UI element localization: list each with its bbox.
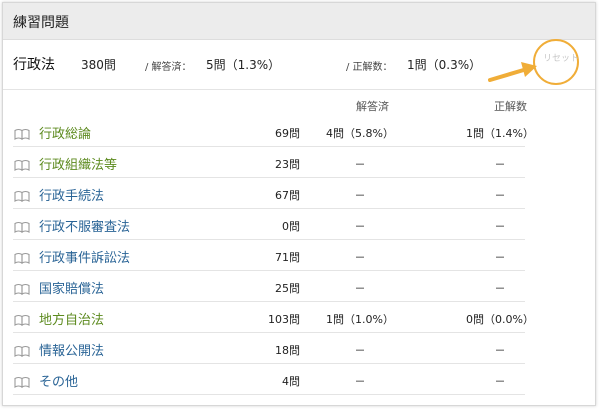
subject-name: 行政法 <box>13 57 55 73</box>
topic-link[interactable]: 地方自治法 <box>39 309 104 328</box>
correct-cell: － <box>494 282 506 295</box>
correct-cell: 0問（0.0%） <box>466 313 534 326</box>
question-count: 103問 <box>268 313 300 326</box>
arrow-icon <box>488 62 537 82</box>
question-count: 71問 <box>275 251 300 264</box>
question-count: 18問 <box>275 344 300 357</box>
question-count: 0問 <box>282 220 300 233</box>
summary-bar: 行政法 380問 / 解答済： 5問（1.3%） / 正解数： 1問（0.3%）… <box>3 39 595 90</box>
answered-cell: － <box>354 158 366 171</box>
book-icon <box>14 280 30 295</box>
practice-panel: 練習問題 行政法 380問 / 解答済： 5問（1.3%） / 正解数： 1問（… <box>2 2 596 406</box>
answered-cell: － <box>354 282 366 295</box>
question-count: 4問 <box>282 375 300 388</box>
topic-link[interactable]: 行政事件訴訟法 <box>39 247 130 266</box>
table-row: 行政総論 69問 4問（5.8%） 1問（1.4%） <box>13 116 534 147</box>
question-count: 67問 <box>275 189 300 202</box>
question-count: 25問 <box>275 282 300 295</box>
reset-button[interactable]: リセット <box>543 51 579 64</box>
topic-link[interactable]: 情報公開法 <box>39 340 104 359</box>
book-icon <box>14 342 30 357</box>
correct-cell: － <box>494 375 506 388</box>
topic-link[interactable]: 国家賠償法 <box>39 278 104 297</box>
table-row: 行政組織法等 23問 － － <box>13 147 525 178</box>
table-row: 情報公開法 18問 － － <box>13 333 525 364</box>
correct-cell: 1問（1.4%） <box>466 127 534 140</box>
answered-label: / 解答済： <box>145 62 192 73</box>
topic-link[interactable]: 行政組織法等 <box>39 154 117 173</box>
total-questions: 380問 <box>81 58 116 72</box>
correct-cell: － <box>494 158 506 171</box>
topic-link[interactable]: 行政手続法 <box>39 185 104 204</box>
correct-cell: － <box>494 251 506 264</box>
answered-cell: － <box>354 220 366 233</box>
table-row: 地方自治法 103問 1問（1.0%） 0問（0.0%） <box>13 302 534 333</box>
answered-cell: 1問（1.0%） <box>326 313 394 326</box>
topic-list: 行政総論 69問 4問（5.8%） 1問（1.4%） 行政組織法等 23問 － － 行政手続法 6… <box>13 116 534 395</box>
table-row: 国家賠償法 25問 － － <box>13 271 525 302</box>
correct-cell: － <box>494 189 506 202</box>
table-row: 行政不服審査法 0問 － － <box>13 209 525 240</box>
answered-cell: － <box>354 375 366 388</box>
column-header-answered: 解答済 <box>356 100 389 113</box>
book-icon <box>14 311 30 326</box>
answered-cell: － <box>354 189 366 202</box>
correct-value: 1問（0.3%） <box>407 58 482 72</box>
answered-cell: － <box>354 251 366 264</box>
correct-label: / 正解数： <box>346 62 393 73</box>
topic-link[interactable]: 行政不服審査法 <box>39 216 130 235</box>
correct-cell: － <box>494 344 506 357</box>
topic-link[interactable]: その他 <box>39 371 78 390</box>
table-row: 行政手続法 67問 － － <box>13 178 525 209</box>
column-header-correct: 正解数 <box>494 100 527 113</box>
correct-cell: － <box>494 220 506 233</box>
question-count: 69問 <box>275 127 300 140</box>
question-count: 23問 <box>275 158 300 171</box>
answered-cell: － <box>354 344 366 357</box>
book-icon <box>14 125 30 140</box>
book-icon <box>14 218 30 233</box>
book-icon <box>14 373 30 388</box>
topic-link[interactable]: 行政総論 <box>39 123 91 142</box>
book-icon <box>14 187 30 202</box>
book-icon <box>14 249 30 264</box>
answered-value: 5問（1.3%） <box>206 58 281 72</box>
book-icon <box>14 156 30 171</box>
panel-header: 練習問題 <box>3 3 595 40</box>
page-title: 練習問題 <box>13 15 69 31</box>
table-row: その他 4問 － － <box>13 364 525 395</box>
table-row: 行政事件訴訟法 71問 － － <box>13 240 525 271</box>
answered-cell: 4問（5.8%） <box>326 127 394 140</box>
